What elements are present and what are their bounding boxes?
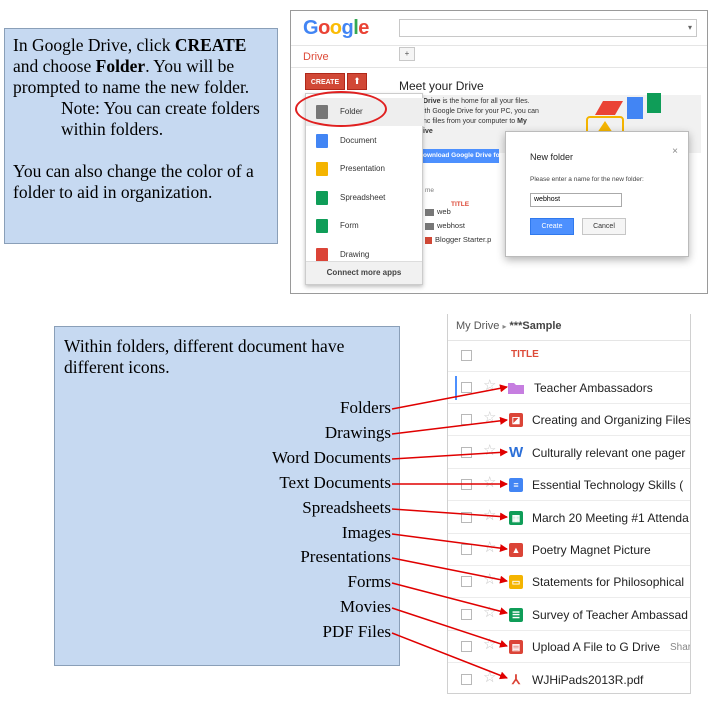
- pointer-arrows: [391, 384, 508, 680]
- arrow-drawings: [391, 416, 508, 435]
- arrow-folders: [391, 384, 508, 410]
- arrow-images: [391, 533, 508, 553]
- arrow-spreadsheets: [391, 508, 508, 521]
- arrow-word-documents: [391, 448, 508, 460]
- arrow-forms: [391, 582, 508, 616]
- arrow-presentations: [391, 557, 508, 584]
